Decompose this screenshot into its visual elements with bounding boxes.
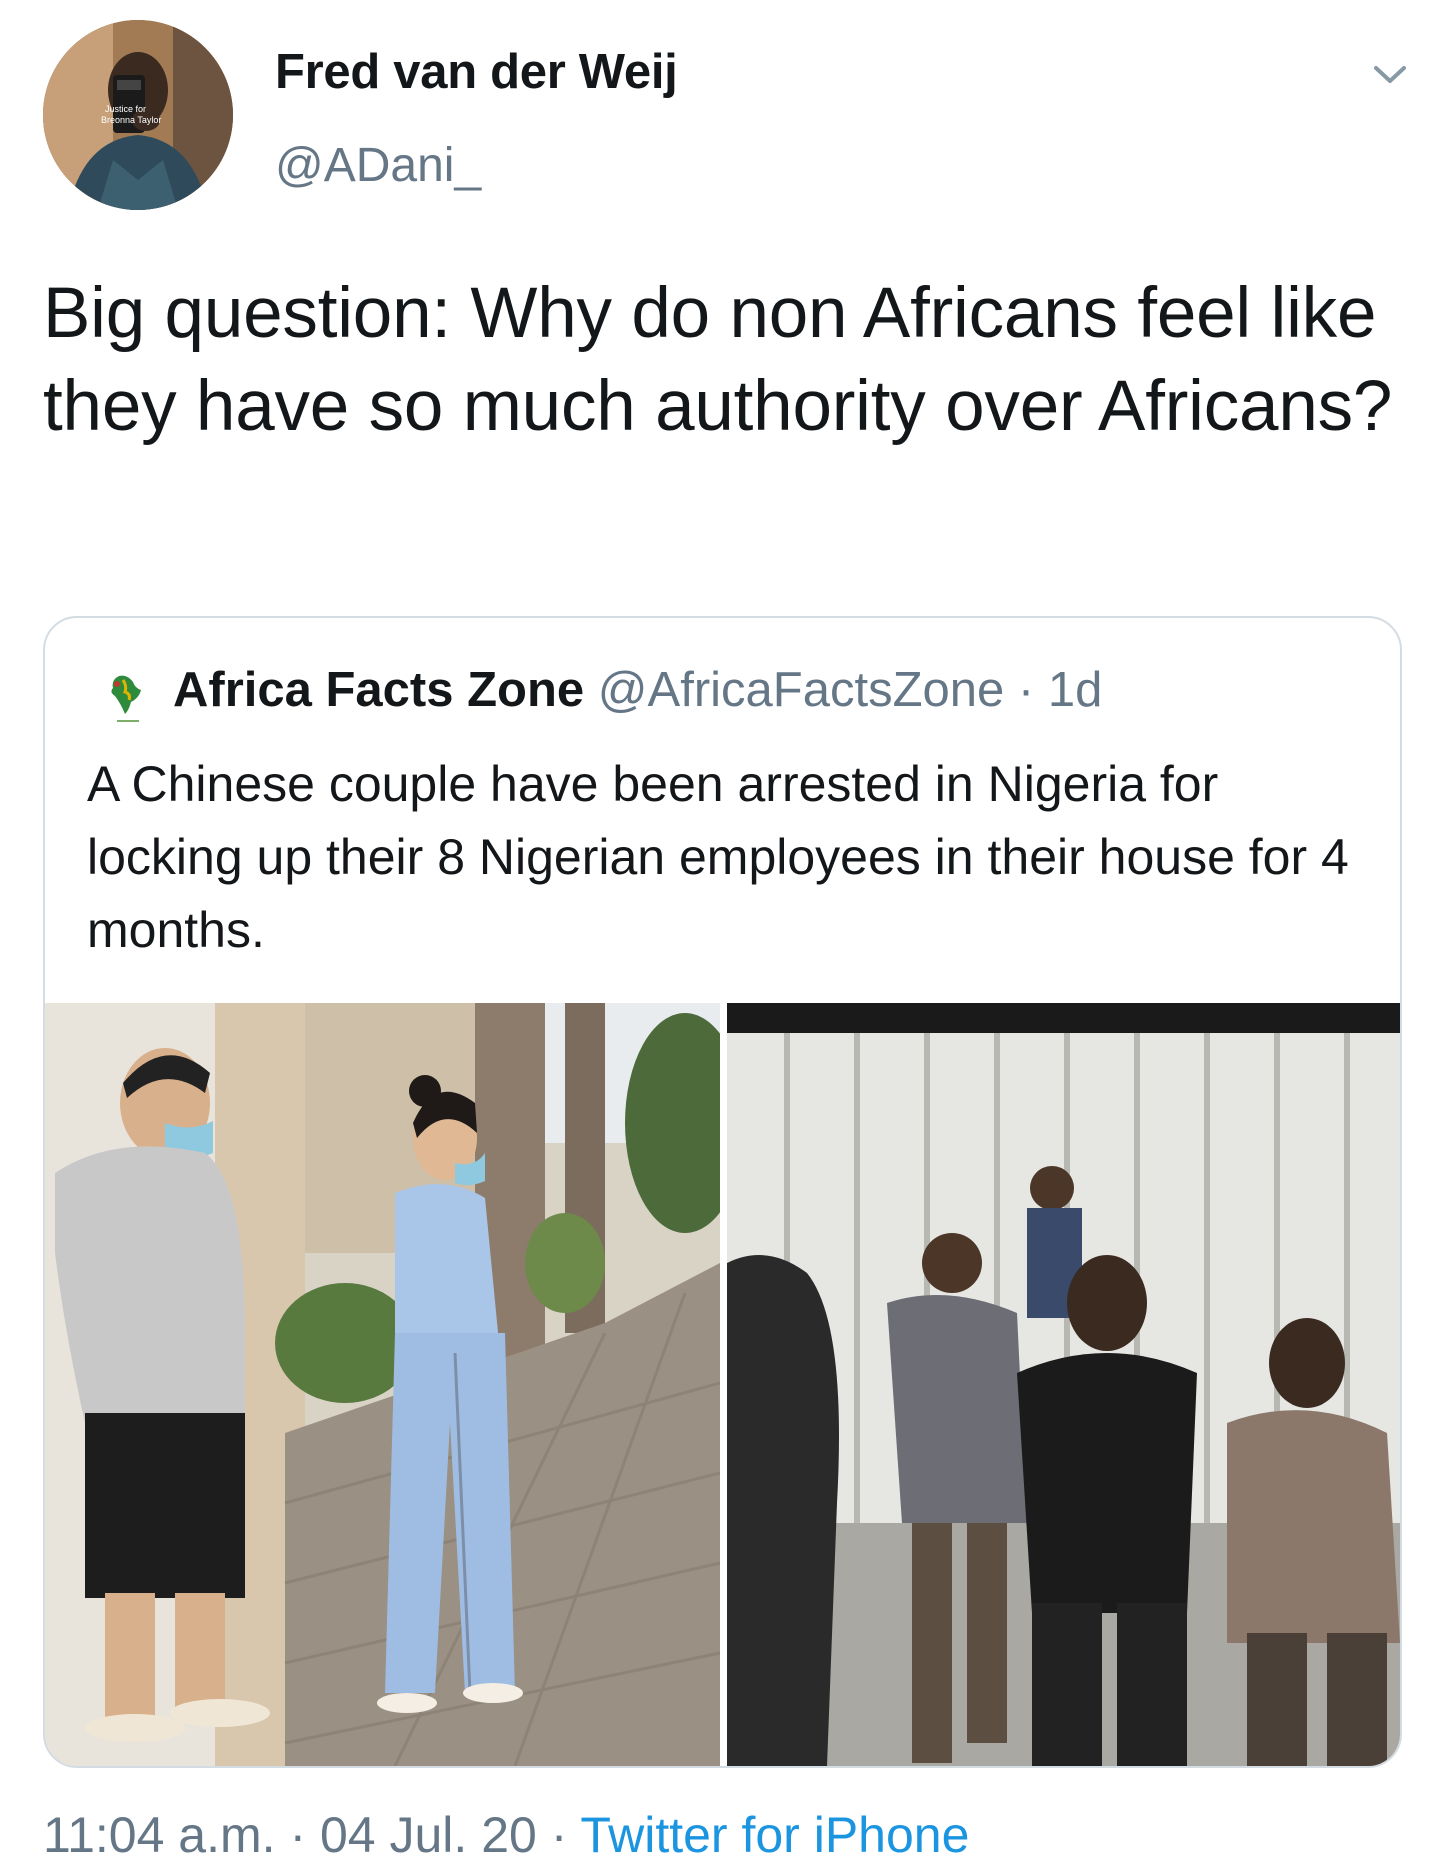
tweet-text: Big question: Why do non Africans feel l… xyxy=(43,274,1393,446)
africa-facts-zone-logo-icon xyxy=(105,670,151,728)
tweet: Justice for Breonna Taylor Fred van der … xyxy=(0,0,1440,1875)
tweet-date: 04 Jul. 20 xyxy=(319,1807,537,1863)
avatar-overlay-text: Justice for xyxy=(105,104,146,114)
author-handle[interactable]: @ADani_ xyxy=(275,138,481,193)
tweet-time: 11:04 a.m. xyxy=(43,1807,276,1863)
footer-separator: · xyxy=(275,1807,320,1863)
quoted-tweet-header: Africa Facts Zone @AfricaFactsZone · 1d xyxy=(173,662,1102,718)
chevron-down-icon[interactable] xyxy=(1366,50,1414,98)
author-avatar[interactable]: Justice for Breonna Taylor xyxy=(43,20,233,210)
quoted-media-grid xyxy=(45,1003,1400,1766)
avatar-photo: Justice for Breonna Taylor xyxy=(43,20,233,210)
svg-text:Breonna Taylor: Breonna Taylor xyxy=(101,115,161,125)
author-display-name[interactable]: Fred van der Weij xyxy=(275,44,678,100)
tweet-source-link[interactable]: Twitter for iPhone xyxy=(580,1807,969,1863)
quoted-tweet-card[interactable]: Africa Facts Zone @AfricaFactsZone · 1d … xyxy=(43,616,1402,1768)
quoted-separator: · xyxy=(1004,663,1048,717)
quoted-display-name[interactable]: Africa Facts Zone xyxy=(173,663,584,717)
footer-separator: · xyxy=(536,1807,581,1863)
photo-group-of-men-at-gate[interactable] xyxy=(727,1003,1400,1766)
quoted-tweet-text: A Chinese couple have been arrested in N… xyxy=(87,756,1349,958)
tweet-footer: 11:04 a.m. · 04 Jul. 20 · Twitter for iP… xyxy=(43,1806,969,1864)
quoted-handle[interactable]: @AfricaFactsZone xyxy=(598,663,1004,717)
quoted-age: 1d xyxy=(1047,663,1103,717)
photo-couple-in-masks[interactable] xyxy=(45,1003,720,1766)
